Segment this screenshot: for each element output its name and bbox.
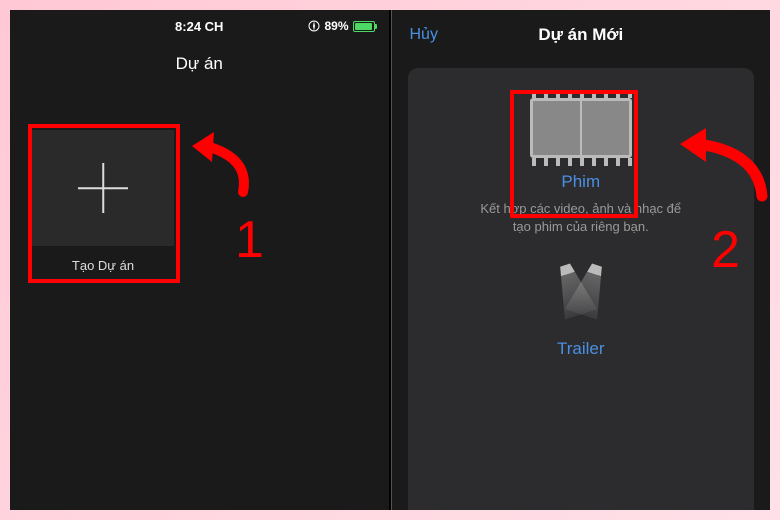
page-title-projects: Dự án — [10, 42, 389, 86]
create-project-button[interactable] — [32, 130, 174, 246]
nav-title: Dự án Mới — [538, 25, 623, 45]
status-time: 8:24 CH — [175, 19, 223, 34]
tutorial-frame: 8:24 CH 89% Dự án Tạo Dự án 1 Hủy Dự án … — [10, 10, 770, 510]
panel-new-project: Hủy Dự án Mới Phim Kết hợp các video, ản… — [392, 10, 771, 510]
annotation-step-2: 2 — [711, 220, 740, 280]
annotation-arrow-1 — [188, 128, 264, 198]
annotation-step-1: 1 — [235, 210, 264, 270]
option-movie-desc: Kết hợp các video, ảnh và nhạc để tạo ph… — [471, 200, 691, 235]
cancel-button[interactable]: Hủy — [410, 26, 438, 44]
location-icon — [308, 20, 320, 32]
battery-icon — [353, 21, 375, 32]
option-movie[interactable]: Phim Kết hợp các video, ảnh và nhạc để t… — [428, 98, 735, 235]
status-indicators: 89% — [308, 19, 374, 33]
plus-icon — [78, 163, 128, 213]
spotlight-icon — [546, 265, 616, 325]
create-project-label: Tạo Dự án — [32, 258, 174, 273]
option-movie-title: Phim — [428, 172, 735, 192]
film-icon — [530, 98, 632, 158]
battery-percent: 89% — [324, 19, 348, 33]
option-trailer-title: Trailer — [428, 339, 735, 359]
status-bar: 8:24 CH 89% — [10, 10, 389, 42]
nav-bar: Hủy Dự án Mới — [392, 10, 771, 60]
option-trailer[interactable]: Trailer — [428, 265, 735, 359]
options-sheet: Phim Kết hợp các video, ảnh và nhạc để t… — [408, 68, 755, 510]
panel-projects: 8:24 CH 89% Dự án Tạo Dự án 1 — [10, 10, 391, 510]
